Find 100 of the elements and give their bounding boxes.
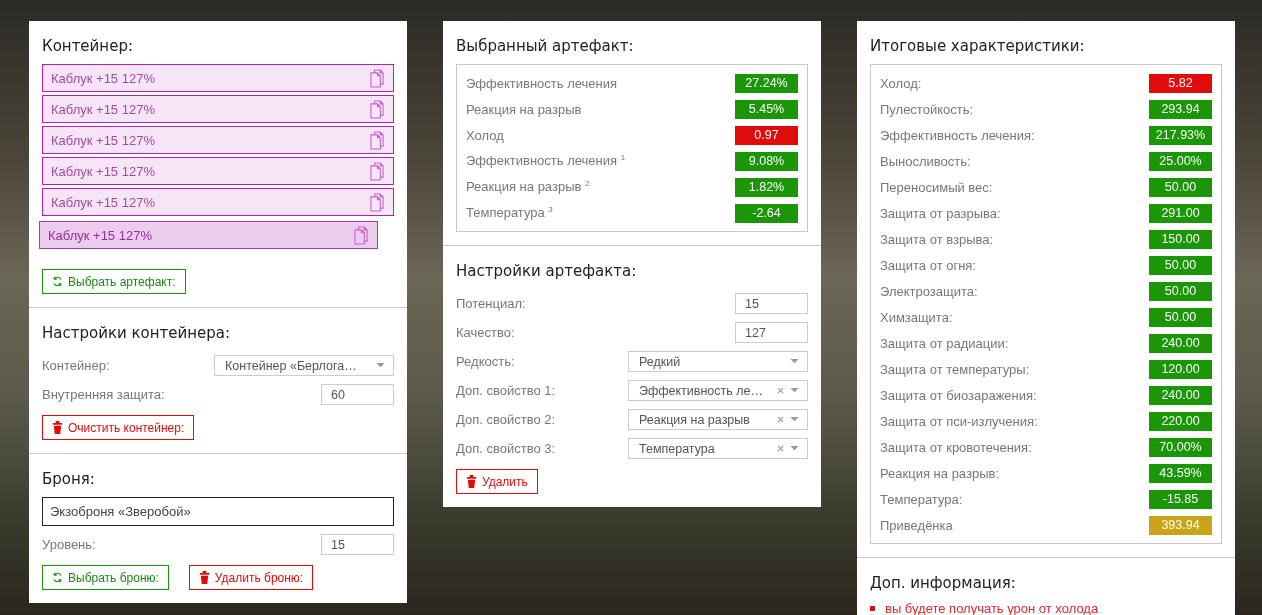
input-field[interactable]: 127 — [735, 322, 808, 343]
select-field[interactable]: Контейнер «Берлога… — [214, 355, 394, 376]
delete-button[interactable]: Удалить — [456, 469, 538, 494]
stat-value: 1.82% — [735, 177, 798, 197]
info-note: вы будете получать урон от холода — [885, 601, 1099, 615]
artifact-item[interactable]: Каблук +15 127% — [42, 188, 394, 216]
copy-icon[interactable] — [370, 99, 385, 119]
stat-label: Реакция на разрыв $^{2}$ — [466, 179, 590, 195]
caret-icon — [376, 363, 385, 368]
stat-value: 43.59% — [1149, 463, 1212, 483]
stat-value: 393.94 — [1149, 515, 1212, 535]
stat-value: 5.45% — [735, 99, 798, 119]
stat-label: Защита от биозаражения: — [880, 387, 1037, 403]
bullet-icon — [870, 606, 875, 611]
stat-value: 150.00 — [1149, 229, 1212, 249]
caret-icon — [790, 388, 799, 393]
stat-value: 120.00 — [1149, 359, 1212, 379]
field-label: Внутренняя защита: — [42, 387, 165, 402]
section-title: Броня: — [42, 469, 96, 489]
select-field[interactable]: Редкий — [628, 351, 808, 372]
copy-icon[interactable] — [370, 68, 385, 88]
stat-value: 217.93% — [1149, 125, 1212, 145]
trash-icon — [466, 475, 477, 488]
armor-field[interactable]: Экзоброня «Зверобой» — [42, 497, 394, 526]
stat-value: 27.24% — [735, 73, 798, 93]
stat-label: Реакция на разрыв — [466, 101, 582, 117]
artifact-item[interactable]: Каблук +15 127% — [42, 126, 394, 154]
field-label: Потенциал: — [456, 296, 526, 311]
stat-value: 293.94 — [1149, 99, 1212, 119]
trash-icon — [52, 421, 63, 434]
section-title: Итоговые характеристики: — [870, 36, 1086, 56]
input-field[interactable]: 60 — [321, 384, 394, 405]
copy-icon[interactable] — [370, 192, 385, 212]
stat-value: 50.00 — [1149, 307, 1212, 327]
stat-value: -15.85 — [1149, 489, 1212, 509]
item-label: Каблук +15 127% — [51, 70, 155, 86]
select-field[interactable]: Реакция на разрыв — [628, 409, 808, 430]
input-field[interactable]: 15 — [321, 534, 394, 555]
stat-value: 240.00 — [1149, 333, 1212, 353]
clear-icon[interactable] — [777, 445, 784, 452]
select-armor-button[interactable]: Выбрать броню: — [42, 565, 169, 590]
stat-label: Защита от разрыва: — [880, 205, 1001, 221]
stat-label: Пулестойкость: — [880, 101, 974, 117]
input-field[interactable]: 15 — [735, 293, 808, 314]
copy-icon[interactable] — [370, 130, 385, 150]
stat-label: Эффективность лечения — [466, 75, 618, 91]
stat-value: 291.00 — [1149, 203, 1212, 223]
stat-label: Холод — [466, 127, 504, 143]
clear-icon[interactable] — [777, 416, 784, 423]
item-label: Каблук +15 127% — [48, 227, 152, 243]
copy-icon[interactable] — [354, 225, 369, 245]
select-field[interactable]: Эффективность ле… — [628, 380, 808, 401]
artifact-item[interactable]: Каблук +15 127% — [42, 157, 394, 185]
delete-armor-button[interactable]: Удалить броню: — [188, 565, 314, 590]
refresh-icon — [52, 571, 63, 584]
stat-label: Приведёнка — [880, 517, 953, 533]
caret-icon — [790, 446, 799, 451]
item-label: Каблук +15 127% — [51, 101, 155, 117]
stat-label: Защита от радиации: — [880, 335, 1009, 351]
section-title: Настройки артефакта: — [456, 261, 638, 281]
item-label: Каблук +15 127% — [51, 163, 155, 179]
stat-label: Температура: — [880, 491, 963, 507]
stat-label: Защита от температуры: — [880, 361, 1030, 377]
artifact-item[interactable]: Каблук +15 127% — [39, 221, 378, 249]
stat-value: 240.00 — [1149, 385, 1212, 405]
caret-icon — [790, 359, 799, 364]
item-label: Каблук +15 127% — [51, 194, 155, 210]
artifact-item[interactable]: Каблук +15 127% — [42, 64, 394, 92]
item-label: Каблук +15 127% — [51, 132, 155, 148]
caret-icon — [790, 417, 799, 422]
select-artifact-button[interactable]: Выбрать артефакт: — [42, 269, 186, 294]
stat-label: Переносимый вес: — [880, 179, 993, 195]
select-field[interactable]: Температура — [628, 438, 808, 459]
stat-label: Реакция на разрыв: — [880, 465, 999, 481]
trash-icon — [198, 571, 210, 584]
clear-container-button[interactable]: Очистить контейнер: — [42, 415, 195, 440]
field-label: Контейнер: — [42, 358, 110, 373]
refresh-icon — [52, 275, 63, 288]
stat-value: 9.08% — [735, 151, 798, 171]
field-label: Редкость: — [456, 354, 515, 369]
stat-value: 50.00 — [1149, 177, 1212, 197]
field-label: Доп. свойство 2: — [456, 412, 556, 427]
field-label: Качество: — [456, 325, 515, 340]
stat-value: 5.82 — [1149, 73, 1212, 93]
stat-value: 50.00 — [1149, 281, 1212, 301]
stat-label: Защита от взрыва: — [880, 231, 994, 247]
stat-label: Защита от пси-излучения: — [880, 413, 1038, 429]
stat-label: Эффективность лечения $^{1}$ — [466, 153, 626, 169]
field-label: Уровень: — [42, 537, 96, 552]
copy-icon[interactable] — [370, 161, 385, 181]
stat-label: Эффективность лечения: — [880, 127, 1035, 143]
stat-label: Химзащита: — [880, 309, 953, 325]
section-title: Доп. информация: — [870, 573, 1017, 593]
stat-value: 70.00% — [1149, 437, 1212, 457]
stat-label: Защита от кровотечения: — [880, 439, 1032, 455]
stat-value: 25.00% — [1149, 151, 1212, 171]
clear-icon[interactable] — [777, 387, 784, 394]
stat-label: Холод: — [880, 75, 922, 91]
stat-label: Электрозащита: — [880, 283, 978, 299]
artifact-item[interactable]: Каблук +15 127% — [42, 95, 394, 123]
